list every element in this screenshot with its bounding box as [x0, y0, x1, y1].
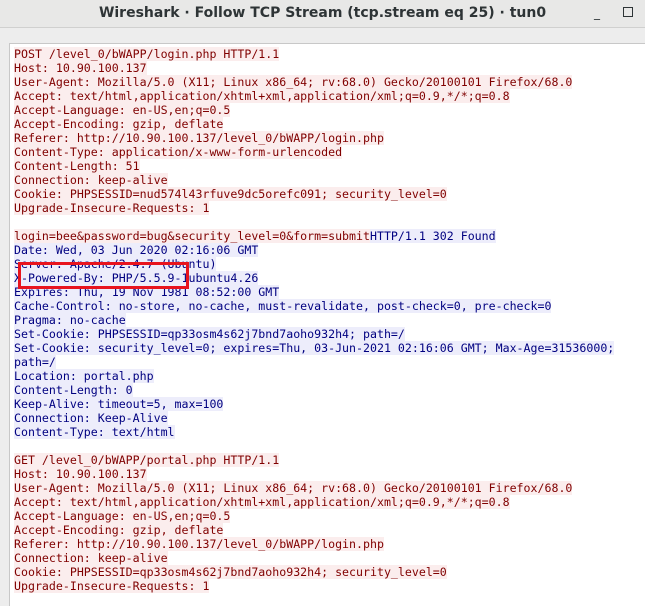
request-header-text: Connection: keep-alive [14, 551, 168, 565]
request-header-text: POST /level_0/bWAPP/login.php HTTP/1.1 [14, 47, 280, 61]
response-header-line: Set-Cookie: PHPSESSID=qp33osm4s62j7bnd7a… [14, 327, 644, 341]
request-header-line: User-Agent: Mozilla/5.0 (X11; Linux x86_… [14, 481, 644, 495]
request-header-line: Accept: text/html,application/xhtml+xml,… [14, 495, 644, 509]
request-header-line: Accept-Language: en-US,en;q=0.5 [14, 509, 644, 523]
request-header-line: Host: 10.90.100.137 [14, 467, 644, 481]
request-header-line: Accept-Language: en-US,en;q=0.5 [14, 103, 644, 117]
response-header-line: Content-Type: text/html [14, 425, 644, 439]
request-header-text: Host: 10.90.100.137 [14, 467, 147, 481]
maximize-button[interactable] [623, 7, 633, 17]
window-titlebar: Wireshark · Follow TCP Stream (tcp.strea… [0, 0, 645, 28]
request-header-text: Upgrade-Insecure-Requests: 1 [14, 579, 210, 593]
request-header-line: Referer: http://10.90.100.137/level_0/bW… [14, 131, 644, 145]
request-header-line: Content-Type: application/x-www-form-url… [14, 145, 644, 159]
request-header-text: Upgrade-Insecure-Requests: 1 [14, 201, 210, 215]
response-status-line: HTTP/1.1 302 Found [369, 229, 496, 243]
request-header-text: Accept-Encoding: gzip, deflate [14, 117, 224, 131]
request-header-text: Host: 10.90.100.137 [14, 61, 147, 75]
response-header-text: X-Powered-By: PHP/5.5.9-1ubuntu4.26 [14, 271, 259, 285]
request-header-line: Referer: http://10.90.100.137/level_0/bW… [14, 537, 644, 551]
request-header-text: Content-Length: 51 [14, 159, 140, 173]
request-header-text: Connection: keep-alive [14, 173, 168, 187]
response-header-text: Pragma: no-cache [14, 313, 126, 327]
response-header-text: Keep-Alive: timeout=5, max=100 [14, 397, 224, 411]
response-header-text: Location: portal.php [14, 369, 154, 383]
window-title: Wireshark · Follow TCP Stream (tcp.strea… [98, 5, 547, 21]
request-header-line: Host: 10.90.100.137 [14, 61, 644, 75]
response-header-text: Set-Cookie: security_level=0; expires=Th… [14, 341, 615, 355]
response-header-text: Cache-Control: no-store, no-cache, must-… [14, 299, 552, 313]
request-header-line: Upgrade-Insecure-Requests: 1 [14, 201, 644, 215]
request-body-line: login=bee&password=bug&security_level=0&… [14, 229, 644, 243]
request-header-text: Content-Type: application/x-www-form-url… [14, 145, 343, 159]
request-header-text: Accept-Language: en-US,en;q=0.5 [14, 509, 231, 523]
request-header-line: Accept: text/html,application/xhtml+xml,… [14, 89, 644, 103]
response-header-text: Server: Apache/2.4.7 (Ubuntu) [14, 257, 217, 271]
server-response-block: Date: Wed, 03 Jun 2020 02:16:06 GMT Serve… [14, 243, 644, 439]
client-request-block: POST /level_0/bWAPP/login.php HTTP/1.1 Ho… [14, 47, 644, 215]
response-header-text: Date: Wed, 03 Jun 2020 02:16:06 GMT [14, 243, 259, 257]
response-header-line: Pragma: no-cache [14, 313, 644, 327]
request-header-line: Connection: keep-alive [14, 551, 644, 565]
request-header-text: GET /level_0/bWAPP/portal.php HTTP/1.1 [14, 453, 280, 467]
response-header-line: Expires: Thu, 19 Nov 1981 08:52:00 GMT [14, 285, 644, 299]
minimize-button[interactable]: _ [592, 7, 602, 19]
response-header-text: Content-Type: text/html [14, 425, 175, 439]
response-header-text: Set-Cookie: PHPSESSID=qp33osm4s62j7bnd7a… [14, 327, 405, 341]
response-header-text: path=/ [14, 355, 56, 369]
request-header-text: Accept-Language: en-US,en;q=0.5 [14, 103, 231, 117]
response-header-line: X-Powered-By: PHP/5.5.9-1ubuntu4.26 [14, 271, 644, 285]
request-header-line: User-Agent: Mozilla/5.0 (X11; Linux x86_… [14, 75, 644, 89]
request-header-text: Referer: http://10.90.100.137/level_0/bW… [14, 131, 384, 145]
request-header-line: Cookie: PHPSESSID=nud574l43rfuve9dc5oref… [14, 187, 644, 201]
request-header-text: User-Agent: Mozilla/5.0 (X11; Linux x86_… [14, 75, 573, 89]
response-header-line: Server: Apache/2.4.7 (Ubuntu) [14, 257, 644, 271]
request-header-line: Accept-Encoding: gzip, deflate [14, 523, 644, 537]
request-header-line: Accept-Encoding: gzip, deflate [14, 117, 644, 131]
response-header-line: Keep-Alive: timeout=5, max=100 [14, 397, 644, 411]
request-header-line: POST /level_0/bWAPP/login.php HTTP/1.1 [14, 47, 644, 61]
request-header-line: GET /level_0/bWAPP/portal.php HTTP/1.1 [14, 453, 644, 467]
request-header-text: Cookie: PHPSESSID=qp33osm4s62j7bnd7aoho9… [14, 565, 447, 579]
response-header-line: Date: Wed, 03 Jun 2020 02:16:06 GMT [14, 243, 644, 257]
response-header-line: Location: portal.php [14, 369, 644, 383]
request-header-line: Connection: keep-alive [14, 173, 644, 187]
request-header-line: Content-Length: 51 [14, 159, 644, 173]
tcp-stream-text-view[interactable]: POST /level_0/bWAPP/login.php HTTP/1.1 Ho… [9, 43, 645, 606]
response-header-line: path=/ [14, 355, 644, 369]
response-header-text: Connection: Keep-Alive [14, 411, 168, 425]
stream-content: POST /level_0/bWAPP/login.php HTTP/1.1 Ho… [14, 47, 644, 593]
response-header-text: Content-Length: 0 [14, 383, 133, 397]
request-header-text: Accept: text/html,application/xhtml+xml,… [14, 495, 510, 509]
response-header-line: Connection: Keep-Alive [14, 411, 644, 425]
request-header-text: Accept-Encoding: gzip, deflate [14, 523, 224, 537]
request-header-line: Upgrade-Insecure-Requests: 1 [14, 579, 644, 593]
client-request-block-2: GET /level_0/bWAPP/portal.php HTTP/1.1 Ho… [14, 453, 644, 593]
response-header-line: Content-Length: 0 [14, 383, 644, 397]
request-header-line: Cookie: PHPSESSID=qp33osm4s62j7bnd7aoho9… [14, 565, 644, 579]
request-header-text: Accept: text/html,application/xhtml+xml,… [14, 89, 510, 103]
response-header-line: Set-Cookie: security_level=0; expires=Th… [14, 341, 644, 355]
request-header-text: User-Agent: Mozilla/5.0 (X11; Linux x86_… [14, 481, 573, 495]
request-body: login=bee&password=bug&security_level=0&… [14, 229, 370, 243]
request-header-text: Cookie: PHPSESSID=nud574l43rfuve9dc5oref… [14, 187, 447, 201]
request-header-text: Referer: http://10.90.100.137/level_0/bW… [14, 537, 384, 551]
response-header-line: Cache-Control: no-store, no-cache, must-… [14, 299, 644, 313]
response-header-text: Expires: Thu, 19 Nov 1981 08:52:00 GMT [14, 285, 280, 299]
